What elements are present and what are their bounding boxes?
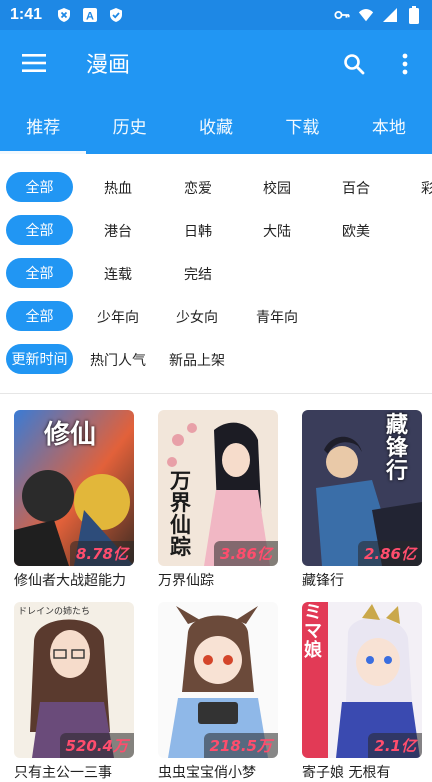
comic-card[interactable]: 218.5万 虫虫宝宝俏小梦 — [158, 602, 278, 782]
search-icon — [344, 54, 365, 75]
tab-recommend[interactable]: 推荐 — [0, 96, 87, 154]
filter-option[interactable]: 欧美 — [342, 221, 370, 241]
filter-option[interactable]: 完结 — [184, 264, 212, 284]
comic-grid: 修仙 8.78亿 修仙者大战超能力 万界仙踪 3.86亿 万界仙踪 藏锋行 2.… — [0, 394, 432, 781]
filter-panel: 全部 热血 恋爱 校园 百合 彩 全部 港台 日韩 大陆 欧美 全部 连载 完结… — [0, 154, 432, 394]
a-box-icon: A — [82, 7, 98, 23]
filter-row-region: 全部 港台 日韩 大陆 欧美 — [0, 213, 432, 247]
wifi-icon — [358, 7, 374, 23]
comic-title[interactable]: 藏锋行 — [302, 570, 422, 590]
filter-option[interactable]: 少年向 — [97, 307, 139, 327]
sort-option[interactable]: 热门人气 — [90, 350, 146, 370]
search-button[interactable] — [336, 46, 372, 82]
filter-option[interactable]: 青年向 — [256, 307, 298, 327]
comic-card[interactable]: 藏锋行 2.86亿 藏锋行 — [302, 410, 422, 590]
filter-option[interactable]: 恋爱 — [184, 178, 212, 198]
comic-title[interactable]: 万界仙踪 — [158, 570, 278, 590]
tab-history[interactable]: 历史 — [86, 96, 172, 154]
filter-row-sort: 更新时间 热门人气 新品上架 — [0, 342, 432, 376]
filter-option[interactable]: 百合 — [342, 178, 370, 198]
more-options-button[interactable] — [390, 46, 420, 82]
comic-cover-title: 藏锋行 — [386, 413, 409, 485]
view-count-badge: 520.4万 — [59, 733, 134, 758]
comic-title[interactable]: 修仙者大战超能力 — [14, 570, 134, 590]
comic-title[interactable]: 只有主公一三事 — [14, 762, 134, 782]
svg-text:A: A — [86, 11, 94, 23]
battery-icon — [406, 6, 422, 24]
comic-cover-title: 修仙 — [44, 420, 97, 450]
comic-card[interactable]: 修仙 8.78亿 修仙者大战超能力 — [14, 410, 134, 590]
filter-option[interactable]: 连载 — [104, 264, 132, 284]
comic-cover[interactable]: 修仙 8.78亿 — [14, 410, 134, 566]
signal-icon — [382, 7, 398, 23]
comic-cover[interactable]: ミマ娘 2.1亿 — [302, 602, 422, 758]
filter-chip-all-audience[interactable]: 全部 — [6, 301, 73, 331]
filter-chip-all-status[interactable]: 全部 — [6, 258, 73, 288]
comic-cover[interactable]: 藏锋行 2.86亿 — [302, 410, 422, 566]
filter-row-audience: 全部 少年向 少女向 青年向 — [0, 299, 432, 333]
view-count-badge: 2.1亿 — [368, 733, 422, 758]
filter-option[interactable]: 大陆 — [263, 221, 291, 241]
filter-option[interactable]: 校园 — [263, 178, 291, 198]
sort-option[interactable]: 新品上架 — [169, 350, 225, 370]
tab-favorites[interactable]: 收藏 — [173, 96, 259, 154]
menu-icon — [22, 54, 46, 72]
filter-chip-all-genre[interactable]: 全部 — [6, 172, 73, 202]
menu-button[interactable] — [0, 30, 68, 96]
shield-x-icon — [56, 7, 72, 23]
shield-check-icon — [108, 7, 124, 23]
filter-row-status: 全部 连载 完结 — [0, 256, 432, 290]
tab-local[interactable]: 本地 — [346, 96, 432, 154]
filter-row-genre: 全部 热血 恋爱 校园 百合 彩 — [0, 170, 432, 204]
tab-bar: 推荐 历史 收藏 下载 本地 — [0, 96, 432, 154]
comic-card[interactable]: ミマ娘 2.1亿 寄子娘 无根有 — [302, 602, 422, 782]
app-bar: 漫画 — [0, 30, 432, 96]
comic-cover-title: ミマ娘 — [304, 602, 322, 661]
comic-card[interactable]: 万界仙踪 3.86亿 万界仙踪 — [158, 410, 278, 590]
sort-chip-update-time[interactable]: 更新时间 — [6, 344, 73, 374]
comic-title[interactable]: 寄子娘 无根有 — [302, 762, 422, 782]
comic-cover[interactable]: 218.5万 — [158, 602, 278, 758]
comic-cover-title: 万界仙踪 — [170, 469, 191, 560]
page-title: 漫画 — [86, 53, 131, 78]
tab-downloads[interactable]: 下载 — [259, 96, 345, 154]
view-count-badge: 218.5万 — [203, 733, 278, 758]
status-time: 1:41 — [10, 6, 43, 23]
view-count-badge: 2.86亿 — [357, 541, 422, 566]
comic-cover[interactable]: ドレインの姉たち 520.4万 — [14, 602, 134, 758]
filter-option[interactable]: 港台 — [104, 221, 132, 241]
filter-option[interactable]: 彩 — [421, 178, 432, 198]
filter-chip-all-region[interactable]: 全部 — [6, 215, 73, 245]
filter-option[interactable]: 热血 — [104, 178, 132, 198]
filter-option[interactable]: 少女向 — [176, 307, 218, 327]
comic-cover-title: ドレインの姉たち — [18, 607, 91, 617]
view-count-badge: 8.78亿 — [69, 541, 134, 566]
comic-cover[interactable]: 万界仙踪 3.86亿 — [158, 410, 278, 566]
status-bar: 1:41 A — [0, 0, 432, 30]
comic-title[interactable]: 虫虫宝宝俏小梦 — [158, 762, 278, 782]
view-count-badge: 3.86亿 — [213, 541, 278, 566]
filter-option[interactable]: 日韩 — [184, 221, 212, 241]
key-icon — [334, 7, 350, 23]
more-vert-icon — [402, 53, 408, 75]
comic-card[interactable]: ドレインの姉たち 520.4万 只有主公一三事 — [14, 602, 134, 782]
